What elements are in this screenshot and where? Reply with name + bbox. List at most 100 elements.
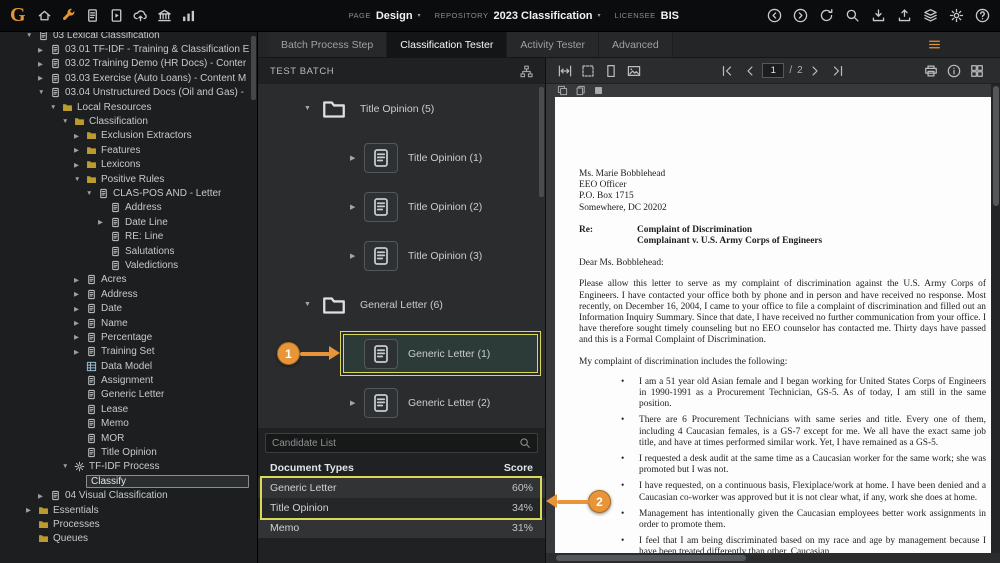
tab-classification-tester[interactable]: Classification Tester bbox=[387, 32, 508, 57]
tree-expand-arrow-icon[interactable]: ▶ bbox=[74, 276, 86, 284]
sidebar-item-essentials[interactable]: ▶ Essentials bbox=[0, 503, 257, 517]
sidebar-item-exclusion-extractors[interactable]: ▶ Exclusion Extractors bbox=[0, 129, 257, 143]
download-icon[interactable] bbox=[871, 8, 886, 23]
sidebar-item-memo[interactable]: Memo bbox=[0, 417, 257, 431]
grid-views-icon[interactable] bbox=[970, 64, 984, 78]
hierarchy-icon[interactable] bbox=[520, 65, 533, 78]
wrench-icon[interactable] bbox=[61, 8, 76, 23]
sidebar-item-tf-idf-process[interactable]: ▼ TF-IDF Process bbox=[0, 460, 257, 474]
tree-collapse-arrow-icon[interactable]: ▼ bbox=[50, 104, 62, 111]
tree-collapse-arrow-icon[interactable]: ▼ bbox=[304, 105, 318, 112]
tab-advanced[interactable]: Advanced bbox=[598, 32, 673, 57]
sidebar-item-percentage[interactable]: ▶ Percentage bbox=[0, 330, 257, 344]
tree-expand-arrow-icon[interactable]: ▶ bbox=[350, 399, 364, 407]
sidebar-scrollbar-thumb[interactable] bbox=[251, 36, 256, 100]
tree-expand-arrow-icon[interactable]: ▶ bbox=[38, 492, 50, 500]
batch-document-title-opinion-1[interactable]: ▶ Title Opinion (1) bbox=[258, 133, 545, 182]
tree-expand-arrow-icon[interactable]: ▶ bbox=[350, 203, 364, 211]
tree-expand-arrow-icon[interactable]: ▶ bbox=[74, 319, 86, 327]
layers-icon[interactable] bbox=[923, 8, 938, 23]
sidebar-item-assignment[interactable]: Assignment bbox=[0, 373, 257, 387]
sidebar-item-03-03-exercise-auto-loans-content-m[interactable]: ▶ 03.03 Exercise (Auto Loans) - Content M bbox=[0, 71, 257, 85]
sidebar-item-processes[interactable]: Processes bbox=[0, 517, 257, 531]
help-icon[interactable] bbox=[975, 8, 990, 23]
gear-icon[interactable] bbox=[949, 8, 964, 23]
score-row-generic-letter[interactable]: Generic Letter 60% bbox=[258, 478, 545, 498]
tree-expand-arrow-icon[interactable]: ▶ bbox=[26, 506, 38, 514]
tree-expand-arrow-icon[interactable]: ▶ bbox=[74, 333, 86, 341]
tree-collapse-arrow-icon[interactable]: ▼ bbox=[304, 301, 318, 308]
tree-collapse-arrow-icon[interactable]: ▼ bbox=[38, 89, 50, 96]
sidebar-item-positive-rules[interactable]: ▼ Positive Rules bbox=[0, 172, 257, 186]
tree-expand-arrow-icon[interactable]: ▶ bbox=[350, 252, 364, 260]
selected-tree-item-box[interactable]: Classify bbox=[86, 474, 249, 488]
sidebar-item-re-line[interactable]: RE: Line bbox=[0, 229, 257, 243]
sidebar-item-03-lexical-classification[interactable]: ▼ 03 Lexical Classification bbox=[0, 32, 257, 42]
sidebar-item-03-02-training-demo-hr-docs-conter[interactable]: ▶ 03.02 Training Demo (HR Docs) - Conter bbox=[0, 57, 257, 71]
tree-expand-arrow-icon[interactable]: ▶ bbox=[98, 218, 110, 226]
select-box-icon[interactable] bbox=[581, 64, 595, 78]
sidebar-item-local-resources[interactable]: ▼ Local Resources bbox=[0, 100, 257, 114]
batch-document-generic-letter-1[interactable]: Generic Letter (1) bbox=[343, 334, 538, 373]
sidebar-item-clas-pos-and-letter[interactable]: ▼ CLAS-POS AND - Letter bbox=[0, 186, 257, 200]
tree-expand-arrow-icon[interactable]: ▶ bbox=[38, 60, 50, 68]
batch-document-title-opinion-2[interactable]: ▶ Title Opinion (2) bbox=[258, 182, 545, 231]
sidebar-item-data-model[interactable]: Data Model bbox=[0, 359, 257, 373]
sidebar-item-title-opinion[interactable]: Title Opinion bbox=[0, 445, 257, 459]
sidebar-item-04-visual-classification[interactable]: ▶ 04 Visual Classification bbox=[0, 489, 257, 503]
sidebar-item-classification[interactable]: ▼ Classification bbox=[0, 114, 257, 128]
filled-square-icon[interactable] bbox=[593, 85, 604, 96]
sidebar-item-mor[interactable]: MOR bbox=[0, 431, 257, 445]
forward-icon[interactable] bbox=[793, 8, 808, 23]
candidate-list-input[interactable] bbox=[272, 437, 519, 449]
tab-batch-process-step[interactable]: Batch Process Step bbox=[268, 32, 388, 57]
score-row-title-opinion[interactable]: Title Opinion 34% bbox=[258, 498, 545, 518]
tree-expand-arrow-icon[interactable]: ▶ bbox=[38, 74, 50, 82]
page-single-icon[interactable] bbox=[604, 64, 618, 78]
sidebar-item-lexicons[interactable]: ▶ Lexicons bbox=[0, 158, 257, 172]
sidebar-item-acres[interactable]: ▶ Acres bbox=[0, 273, 257, 287]
sidebar-item-generic-letter[interactable]: Generic Letter bbox=[0, 388, 257, 402]
vertical-scrollbar-thumb[interactable] bbox=[992, 86, 999, 206]
tree-expand-arrow-icon[interactable]: ▶ bbox=[74, 305, 86, 313]
sidebar-item-name[interactable]: ▶ Name bbox=[0, 316, 257, 330]
printer-icon[interactable] bbox=[924, 64, 938, 78]
sidebar-item-salutations[interactable]: Salutations bbox=[0, 244, 257, 258]
sidebar-item-date-line[interactable]: ▶ Date Line bbox=[0, 215, 257, 229]
tree-expand-arrow-icon[interactable]: ▶ bbox=[74, 348, 86, 356]
repository-selector[interactable]: REPOSITORY 2023 Classification ▾ bbox=[435, 10, 601, 22]
sidebar-item-date[interactable]: ▶ Date bbox=[0, 301, 257, 315]
score-row-memo[interactable]: Memo 31% bbox=[258, 518, 545, 538]
sidebar-item-address[interactable]: ▶ Address bbox=[0, 287, 257, 301]
building-icon[interactable] bbox=[157, 8, 172, 23]
sidebar-item-features[interactable]: ▶ Features bbox=[0, 143, 257, 157]
page-selector[interactable]: PAGE Design ▾ bbox=[349, 10, 421, 22]
export-icon[interactable] bbox=[109, 8, 124, 23]
tree-scrollbar-thumb[interactable] bbox=[539, 87, 544, 197]
tree-collapse-arrow-icon[interactable]: ▼ bbox=[74, 176, 86, 183]
page-number-input[interactable] bbox=[762, 63, 785, 78]
viewer-vertical-scrollbar[interactable] bbox=[991, 84, 1000, 553]
tree-expand-arrow-icon[interactable]: ▶ bbox=[350, 154, 364, 162]
batch-folder-general-letter-6[interactable]: ▼ General Letter (6) bbox=[258, 280, 545, 329]
bar-chart-icon[interactable] bbox=[181, 8, 196, 23]
last-page-icon[interactable] bbox=[831, 64, 845, 78]
tree-collapse-arrow-icon[interactable]: ▼ bbox=[62, 118, 74, 125]
copy-icon[interactable] bbox=[557, 85, 568, 96]
tree-expand-arrow-icon[interactable]: ▶ bbox=[74, 146, 86, 154]
sidebar-item-valedictions[interactable]: Valedictions bbox=[0, 258, 257, 272]
tree-expand-arrow-icon[interactable]: ▶ bbox=[74, 161, 86, 169]
tree-expand-arrow-icon[interactable]: ▶ bbox=[38, 46, 50, 54]
tree-collapse-arrow-icon[interactable]: ▼ bbox=[86, 190, 98, 197]
menu-icon[interactable] bbox=[927, 38, 942, 51]
prev-page-icon[interactable] bbox=[743, 64, 757, 78]
tree-expand-arrow-icon[interactable]: ▶ bbox=[74, 132, 86, 140]
next-page-icon[interactable] bbox=[808, 64, 822, 78]
sidebar-item-queues[interactable]: Queues bbox=[0, 532, 257, 546]
info-icon[interactable] bbox=[947, 64, 961, 78]
document-icon[interactable] bbox=[85, 8, 100, 23]
search-icon[interactable] bbox=[845, 8, 860, 23]
tab-activity-tester[interactable]: Activity Tester bbox=[507, 32, 599, 57]
search-icon[interactable] bbox=[519, 437, 531, 449]
fit-width-icon[interactable] bbox=[558, 64, 572, 78]
